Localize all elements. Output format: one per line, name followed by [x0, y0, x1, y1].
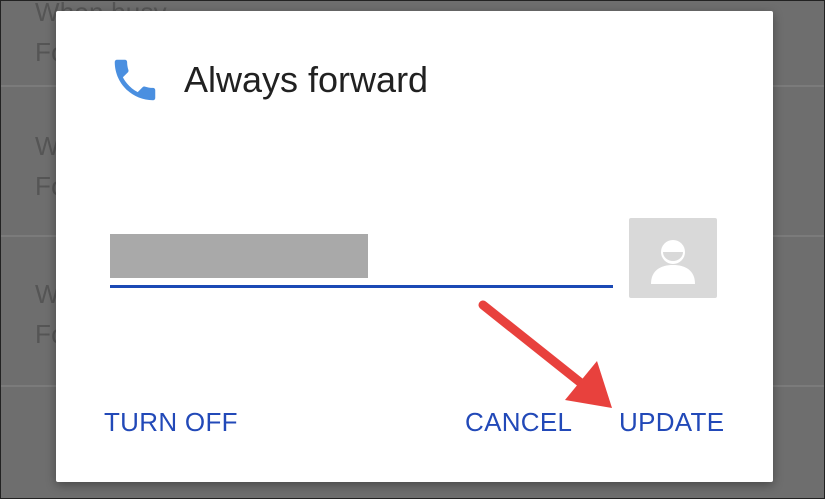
annotation-arrow-icon	[478, 300, 612, 408]
screen: When busy Fo W Fo W Fo Always forward TU…	[0, 0, 825, 499]
